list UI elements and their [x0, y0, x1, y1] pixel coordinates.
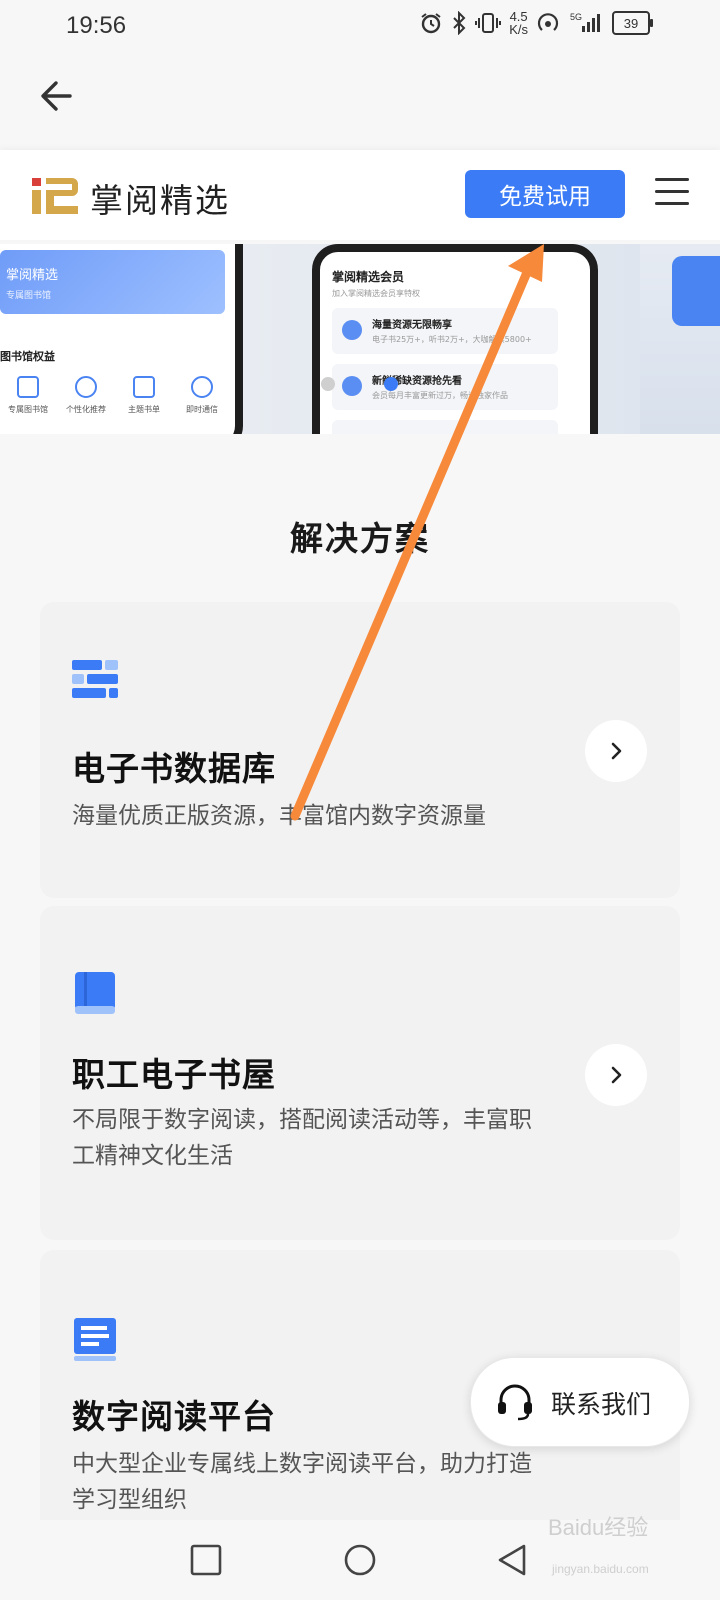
bluetooth-icon — [453, 11, 466, 35]
status-icons: 4.5 K/s 5G 39 — [419, 10, 653, 36]
recent-apps-icon[interactable] — [188, 1542, 224, 1578]
book-icon — [75, 972, 115, 1014]
phone-member-subtitle: 加入掌阅精选会员享特权 — [332, 289, 420, 298]
chevron-right-icon[interactable] — [585, 720, 647, 782]
card-description: 中大型企业专属线上数字阅读平台，助力打造学习型组织 — [72, 1451, 532, 1513]
battery-indicator: 39 — [612, 11, 653, 35]
net-speed-unit: K/s — [509, 22, 528, 37]
phone-member-item: 海量资源无限畅享 电子书25万+，听书2万+，大咖解读5800+ — [332, 308, 558, 354]
phone-section-title: 图书馆权益 — [0, 350, 55, 363]
alarm-icon — [421, 13, 441, 34]
phone-member-item — [332, 420, 558, 434]
signal-icon: 5G — [570, 12, 600, 32]
phone-feature-item: 个性化推荐 — [58, 376, 114, 415]
vibrate-icon — [475, 13, 502, 33]
section-title: 解决方案 — [290, 519, 430, 558]
card-description: 海量优质正版资源，丰富馆内数字资源量 — [72, 803, 486, 829]
top-nav-bar — [0, 52, 720, 148]
banner-phone-left: 掌阅精选 专属图书馆 图书馆权益 专属图书馆 个性化推荐 主题书单 即时通信 — [0, 244, 243, 434]
brand-logo-icon[interactable] — [30, 176, 80, 216]
database-icon — [72, 660, 118, 698]
svg-text:5G: 5G — [570, 12, 582, 22]
headset-icon — [498, 1384, 532, 1421]
card-title: 职工电子书屋 — [72, 1055, 276, 1094]
net-speed: 4.5 K/s — [509, 10, 528, 36]
card-title: 数字阅读平台 — [72, 1397, 276, 1436]
solution-card-staff-ebook-house[interactable]: 职工电子书屋 不局限于数字阅读，搭配阅读活动等，丰富职工精神文化生活 — [40, 906, 680, 1240]
card-title: 电子书数据库 — [72, 749, 276, 788]
home-icon[interactable] — [342, 1542, 378, 1578]
banner-carousel[interactable]: 掌阅精选 专属图书馆 图书馆权益 专属图书馆 个性化推荐 主题书单 即时通信 掌… — [0, 244, 720, 434]
contact-us-label: 联系我们 — [551, 1390, 652, 1419]
site-header: 掌阅精选 免费试用 — [0, 150, 720, 240]
status-bar: 19:56 4.5 K/s 5G 39 — [0, 0, 720, 52]
contact-us-button[interactable]: 联系我们 — [470, 1357, 690, 1447]
solution-card-ebook-database[interactable]: 电子书数据库 海量优质正版资源，丰富馆内数字资源量 — [40, 602, 680, 898]
phone-member-item: 新鲜稀缺资源抢先看 会员每月丰富更新过万，畅读独家作品 — [332, 364, 558, 410]
phone-feature-item: 即时通信 — [174, 376, 230, 415]
phone-banner-card: 掌阅精选 专属图书馆 — [0, 250, 225, 314]
chevron-right-icon[interactable] — [585, 1044, 647, 1106]
back-triangle-icon[interactable] — [494, 1542, 530, 1578]
brand-name[interactable]: 掌阅精选 — [90, 174, 230, 222]
phone-banner-title: 掌阅精选 — [6, 268, 59, 283]
carousel-dot[interactable] — [321, 377, 335, 391]
banner-phone-center: 掌阅精选会员 加入掌阅精选会员享特权 海量资源无限畅享 电子书25万+，听书2万… — [312, 244, 598, 434]
phone-feature-icons: 专属图书馆 个性化推荐 主题书单 即时通信 — [0, 376, 230, 415]
hamburger-menu-icon[interactable] — [655, 178, 689, 208]
back-arrow-icon[interactable] — [36, 74, 80, 118]
phone-banner-subtitle: 专属图书馆 — [6, 291, 52, 301]
card-description: 不局限于数字阅读，搭配阅读活动等，丰富职工精神文化生活 — [72, 1107, 532, 1169]
banner-next-card — [672, 256, 720, 326]
phone-member-title: 掌阅精选会员 — [332, 270, 405, 284]
phone-feature-item: 专属图书馆 — [0, 376, 56, 415]
carousel-dot-active[interactable] — [384, 377, 398, 391]
watermark-url: jingyan.baidu.com — [552, 1562, 649, 1576]
phone-feature-item: 主题书单 — [116, 376, 172, 415]
status-time: 19:56 — [66, 12, 127, 39]
free-trial-button[interactable]: 免费试用 — [465, 170, 625, 218]
document-icon — [74, 1318, 116, 1361]
hotspot-icon — [537, 13, 559, 31]
watermark: Baidu经验 — [548, 1515, 649, 1540]
